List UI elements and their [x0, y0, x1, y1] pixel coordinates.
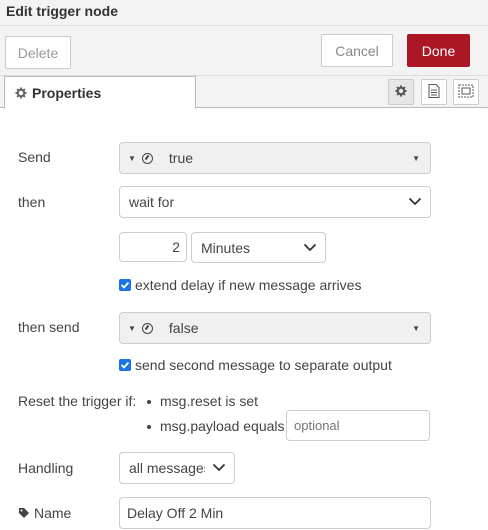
reset-label: Reset the trigger if:	[18, 393, 137, 409]
send-typed-input[interactable]: ▼ true ▼	[119, 142, 431, 174]
name-label: Name	[34, 505, 72, 521]
chevron-down-icon	[303, 240, 317, 257]
node-appearance-icon	[458, 84, 474, 101]
type-dropdown-caret-icon[interactable]: ▼	[128, 324, 136, 333]
list-bullet	[147, 400, 151, 404]
tab-bar: Properties	[0, 76, 488, 109]
handling-label: Handling	[18, 460, 74, 476]
name-input[interactable]: Delay Off 2 Min	[119, 497, 431, 529]
tab-description[interactable]	[421, 79, 447, 105]
handling-value: all messages	[129, 460, 205, 476]
then-label: then	[18, 194, 46, 210]
send-label: Send	[18, 149, 51, 165]
type-dropdown-caret-icon[interactable]: ▼	[128, 154, 136, 163]
duration-input[interactable]: 2	[119, 232, 187, 262]
dialog-toolbar: Delete Cancel Done	[0, 26, 488, 76]
done-button[interactable]: Done	[407, 34, 470, 67]
reset-condition-payload: msg.payload equals	[160, 418, 285, 434]
second-output-label: send second message to separate output	[135, 357, 392, 373]
reset-payload-input[interactable]	[286, 410, 430, 441]
tag-icon	[18, 507, 30, 519]
then-send-label: then send	[18, 319, 80, 335]
name-label-group: Name	[18, 505, 71, 521]
gear-icon	[15, 87, 27, 99]
extend-delay-label: extend delay if new message arrives	[135, 277, 362, 293]
list-bullet	[147, 425, 151, 429]
duration-units-select[interactable]: Minutes	[191, 232, 326, 263]
chevron-down-icon	[408, 194, 422, 211]
gear-icon	[395, 84, 407, 100]
properties-panel: Send ▼ true ▼ then wait for 2 Minutes ex…	[0, 108, 488, 530]
dialog-titlebar: Edit trigger node	[0, 0, 488, 26]
document-icon	[428, 83, 440, 101]
duration-units-value: Minutes	[201, 239, 251, 256]
tab-appearance[interactable]	[453, 79, 479, 105]
then-mode-select[interactable]: wait for	[119, 186, 431, 218]
handling-select[interactable]: all messages	[119, 452, 235, 484]
extend-delay-checkbox[interactable]	[119, 279, 131, 291]
then-send-typed-input[interactable]: ▼ false ▼	[119, 312, 431, 344]
send-value: true	[168, 150, 194, 166]
then-send-value: false	[168, 320, 199, 336]
delete-button[interactable]: Delete	[5, 36, 71, 69]
then-mode-value: wait for	[129, 194, 175, 210]
value-dropdown-caret-icon: ▼	[412, 324, 420, 333]
dialog-title: Edit trigger node	[6, 3, 118, 19]
boolean-icon	[141, 322, 153, 334]
cancel-button[interactable]: Cancel	[321, 34, 393, 67]
value-dropdown-caret-icon: ▼	[412, 154, 420, 163]
boolean-icon	[141, 152, 153, 164]
second-output-checkbox[interactable]	[119, 359, 131, 371]
tab-settings[interactable]	[388, 79, 414, 105]
reset-condition-reset: msg.reset is set	[160, 393, 259, 409]
tab-properties-label: Properties	[32, 84, 102, 101]
chevron-down-icon	[210, 460, 226, 477]
tab-properties[interactable]: Properties	[4, 76, 196, 109]
